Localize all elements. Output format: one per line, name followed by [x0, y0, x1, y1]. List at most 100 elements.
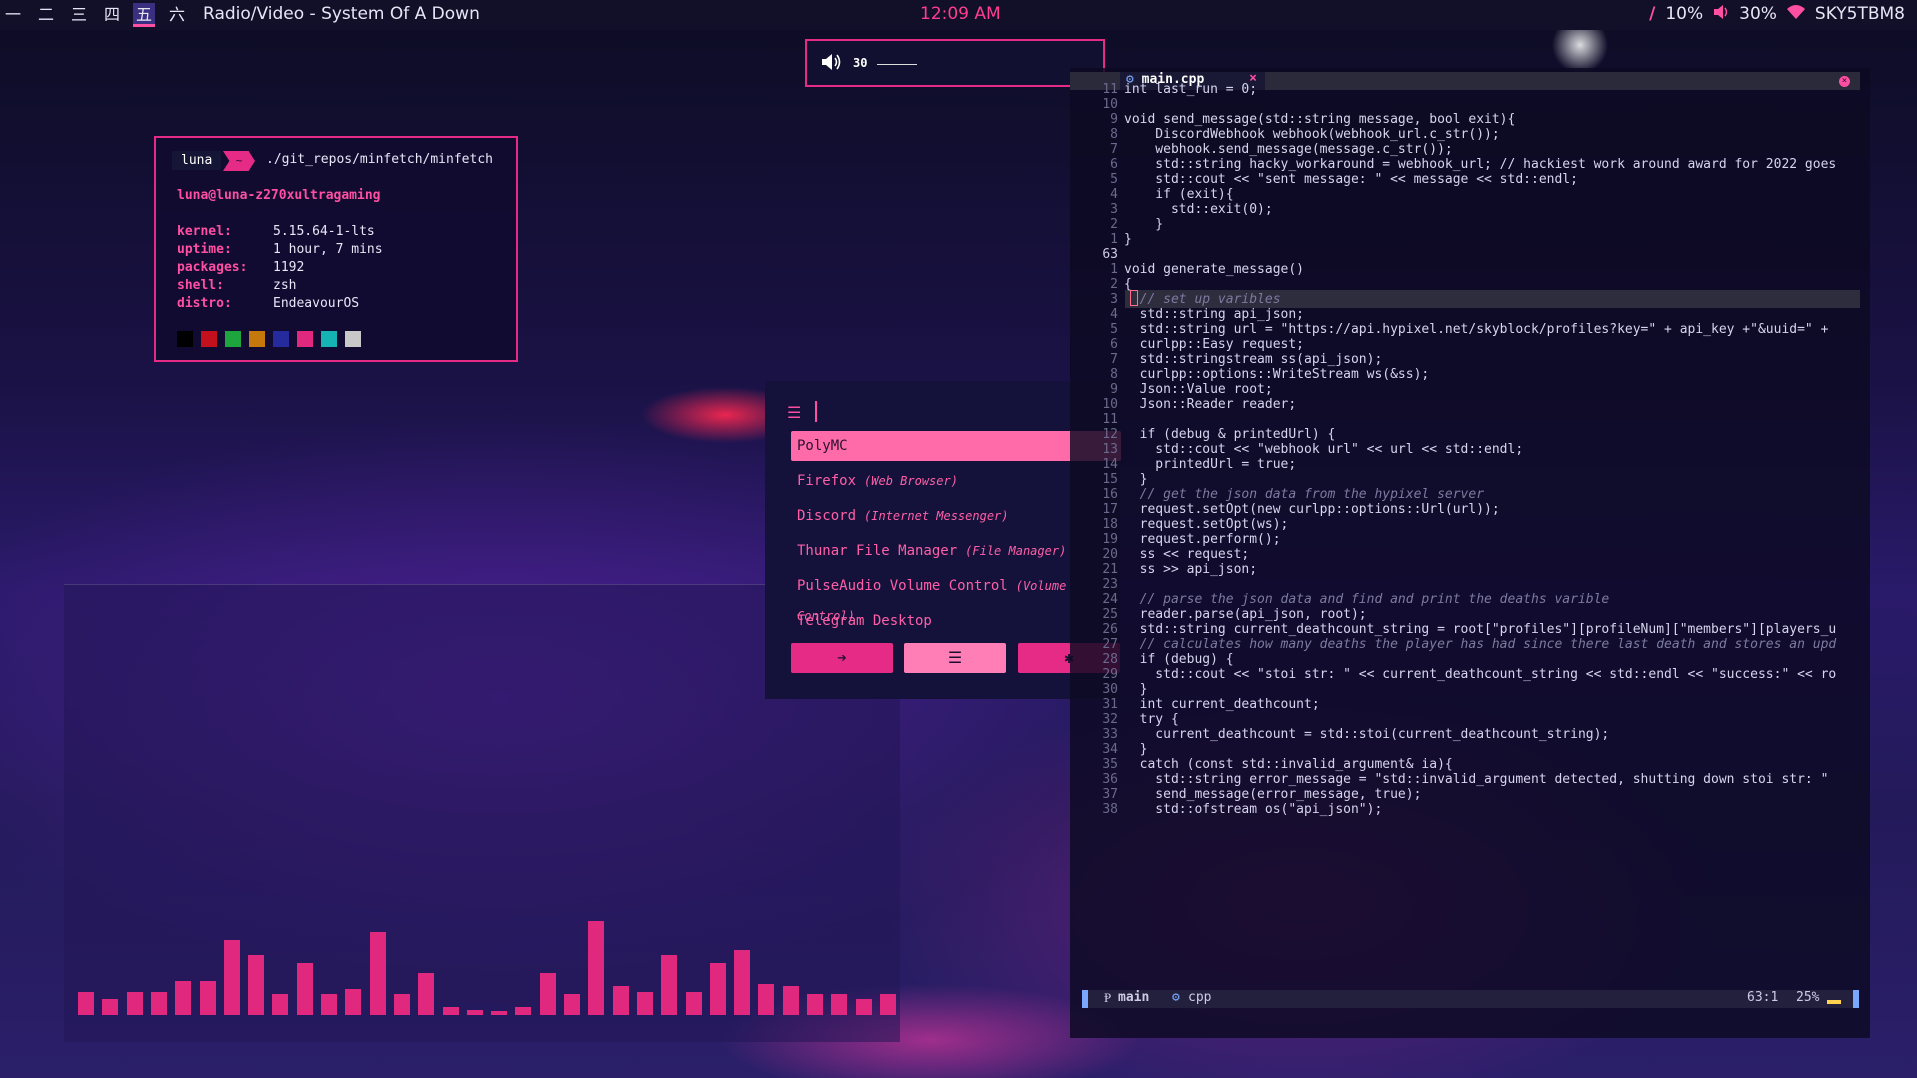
code-text: std::cout << "stoi str: " << current_dea… — [1124, 667, 1837, 682]
git-branch-icon: Ᵽ — [1104, 991, 1112, 1006]
code-text: ss << request; — [1124, 547, 1250, 562]
visualizer-bar — [223, 940, 240, 1015]
workspace-6[interactable]: 六 — [166, 3, 188, 27]
code-text: send_message(error_message, true); — [1124, 787, 1422, 802]
visualizer-bar — [855, 999, 872, 1015]
workspace-4[interactable]: 四 — [101, 3, 123, 27]
visualizer-bar — [539, 973, 556, 1015]
code-line: 38 std::ofstream os("api_json"); — [1070, 801, 1382, 819]
visualizer-bar — [102, 999, 119, 1015]
volume-level[interactable]: 30% — [1739, 4, 1777, 24]
filetype-icon: ⚙ — [1172, 990, 1180, 1005]
visualizer-bar — [807, 994, 823, 1015]
visualizer-bar — [491, 1011, 508, 1015]
code-text: int current_deathcount; — [1124, 697, 1320, 712]
visualizer-bar — [442, 1007, 459, 1015]
line-number: 38 — [1102, 802, 1118, 817]
status-line: Ᵽ main ⚙ cpp 63:1 25% — [1082, 990, 1859, 1008]
volume-icon[interactable] — [1713, 4, 1729, 24]
search-input[interactable] — [815, 401, 817, 422]
visualizer-bar — [612, 986, 629, 1015]
workspace-2[interactable]: 二 — [35, 3, 57, 27]
code-text: } — [1124, 217, 1164, 232]
speaker-icon[interactable] — [821, 53, 841, 75]
code-text: std::string current_deathcount_string = … — [1124, 622, 1837, 637]
visualizer-bar — [126, 992, 143, 1015]
code-text: void send_message(std::string message, b… — [1124, 112, 1516, 127]
visualizer-bar — [515, 1007, 532, 1015]
code-text: ss >> api_json; — [1124, 562, 1258, 577]
code-text: DiscordWebhook webhook(webhook_url.c_str… — [1124, 127, 1500, 142]
network-name[interactable]: SKY5TBM8 — [1815, 4, 1905, 24]
code-text: int last_run = 0; — [1124, 82, 1258, 97]
workspace-3[interactable]: 三 — [68, 3, 90, 27]
color-swatch — [345, 331, 361, 347]
visualizer-bar — [199, 981, 216, 1015]
code-text: printedUrl = true; — [1124, 457, 1297, 472]
code-text: current_deathcount = std::stoi(current_d… — [1124, 727, 1610, 742]
wifi-icon[interactable] — [1786, 4, 1805, 24]
close-icon[interactable]: × — [1839, 76, 1850, 87]
visualizer-bar — [782, 986, 799, 1015]
code-text: // calculates how many deaths the player… — [1124, 637, 1837, 652]
code-text: request.setOpt(new curlpp::options::Url(… — [1124, 502, 1500, 517]
volume-value: 30 — [853, 56, 868, 70]
visualizer-bar — [709, 963, 726, 1015]
code-text: request.perform(); — [1124, 532, 1281, 547]
drun-mode-button[interactable]: ☰ — [904, 643, 1006, 673]
fetch-terminal: luna ~ ./git_repos/minfetch/minfetch lun… — [154, 136, 518, 362]
code-line: 33 current_deathcount = std::stoi(curren… — [1070, 726, 1609, 744]
code-text: // set up varibles — [1124, 292, 1281, 307]
code-text: std::string hacky_workaround = webhook_u… — [1124, 157, 1837, 172]
run-mode-button[interactable]: ➔ — [791, 643, 893, 673]
code-text: curlpp::options::WriteStream ws(&ss); — [1124, 367, 1430, 382]
code-text: try { — [1124, 712, 1179, 727]
code-text: if (debug & printedUrl) { — [1124, 427, 1336, 442]
code-text: Json::Value root; — [1124, 382, 1273, 397]
visualizer-bar — [369, 932, 386, 1015]
visualizer-bar — [758, 984, 775, 1015]
workspace-1[interactable]: 一 — [2, 3, 24, 27]
fetch-row-shell: shell: zsh — [177, 278, 297, 293]
filetype: cpp — [1188, 990, 1212, 1005]
git-branch: main — [1118, 990, 1150, 1005]
code-text: reader.parse(api_json, root); — [1124, 607, 1367, 622]
visualizer-bar — [879, 994, 896, 1015]
color-swatch — [249, 331, 265, 347]
prompt-command: ./git_repos/minfetch/minfetch — [266, 152, 493, 167]
fetch-row-uptime: uptime: 1 hour, 7 mins — [177, 242, 383, 257]
code-text: std::ofstream os("api_json"); — [1124, 802, 1383, 817]
prompt-username: luna — [172, 151, 222, 170]
code-text: request.setOpt(ws); — [1124, 517, 1289, 532]
code-text: Json::Reader reader; — [1124, 397, 1297, 412]
visualizer-bar — [272, 994, 289, 1015]
visualizer-bar — [393, 994, 410, 1015]
code-text: std::exit(0); — [1124, 202, 1273, 217]
cursor-position: 63:1 — [1747, 990, 1779, 1005]
code-text: if (debug) { — [1124, 652, 1234, 667]
visualizer-bar — [466, 1010, 483, 1015]
clock[interactable]: 12:09 AM — [920, 4, 1001, 24]
color-swatch — [225, 331, 241, 347]
volume-slider[interactable] — [877, 64, 917, 65]
scroll-indicator — [1827, 1000, 1841, 1004]
visualizer-bar — [321, 994, 337, 1015]
code-text: std::string api_json; — [1124, 307, 1305, 322]
code-text: webhook.send_message(message.c_str()); — [1124, 142, 1453, 157]
fetch-row-packages: packages: 1192 — [177, 260, 305, 275]
visualizer-bar — [636, 992, 653, 1015]
code-text: void generate_message() — [1124, 262, 1305, 277]
visualizer-bar — [345, 989, 362, 1015]
workspace-5-active[interactable]: 五 — [133, 3, 155, 27]
visualizer-bar — [248, 955, 265, 1015]
code-text: std::string url = "https://api.hypixel.n… — [1124, 322, 1829, 337]
color-swatch — [201, 331, 217, 347]
system-tray: / 10% 30% SKY5TBM8 — [1649, 4, 1905, 24]
visualizer-bar — [296, 963, 313, 1015]
code-text: } — [1124, 682, 1148, 697]
prompt-directory: ~ — [223, 151, 255, 171]
code-text: std::cout << "sent message: " << message… — [1124, 172, 1578, 187]
color-swatch — [177, 331, 193, 347]
code-text: // parse the json data and find and prin… — [1124, 592, 1610, 607]
fetch-row-kernel: kernel: 5.15.64-1-lts — [177, 224, 375, 239]
